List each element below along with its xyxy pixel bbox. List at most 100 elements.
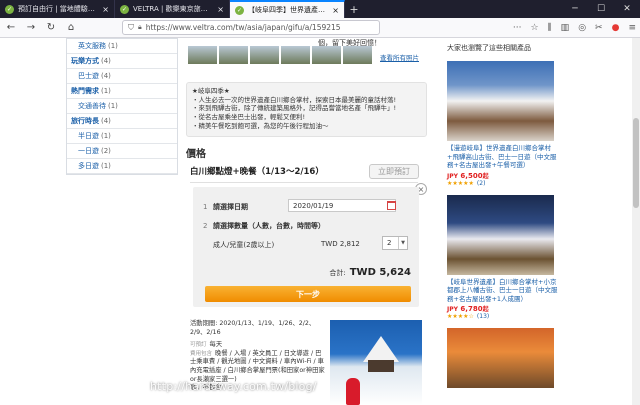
person-figure: [346, 378, 360, 405]
quantity-select[interactable]: 2 ▼: [382, 236, 408, 250]
photo-thumbnail[interactable]: [250, 46, 279, 64]
minimize-icon[interactable]: ─: [562, 0, 588, 18]
reload-icon[interactable]: ↻: [44, 21, 58, 35]
passenger-type-label: 成人/兒童(2歲以上): [213, 241, 275, 249]
back-arrow-icon[interactable]: ←: [4, 21, 18, 35]
sidebar-filter-item[interactable]: 旅行時長 (4): [67, 114, 177, 129]
total-amount: TWD 5,624: [349, 267, 411, 278]
plus-icon[interactable]: +: [345, 0, 363, 18]
page-scrollbar[interactable]: [632, 38, 640, 405]
plan-title: 白川鄉點燈+晚餐（1/13～2/16）: [190, 167, 324, 177]
filter-count: (1): [101, 132, 111, 140]
house-body: [368, 360, 394, 372]
photo-thumbnail[interactable]: [219, 46, 248, 64]
tab-title: VELTRA | 歡樂東京旅遊 百萬旅: [133, 5, 214, 13]
star-rating-icon: ★★★★☆: [447, 313, 474, 320]
sidebar-filter-item[interactable]: 熱門需求 (1): [67, 84, 177, 99]
shield-icon[interactable]: ⛉: [128, 23, 134, 33]
lock-icon[interactable]: 🔒︎: [138, 23, 142, 32]
quantity-value: 2: [387, 239, 392, 247]
date-field[interactable]: 2020/01/19: [288, 199, 396, 212]
filter-count: (1): [108, 102, 118, 110]
photo-thumbnail[interactable]: [281, 46, 310, 64]
calendar-icon[interactable]: [387, 201, 396, 210]
screenshot-icon[interactable]: ✂: [595, 23, 603, 33]
filter-label: 多日遊: [78, 162, 99, 170]
view-all-photos-link[interactable]: 查看所有照片: [380, 52, 419, 62]
scrollbar-thumb[interactable]: [633, 118, 639, 208]
highlight-line: ・來到飛驒古街，除了傳統建築風格外，記得品嘗當地名產「飛驒牛」!: [192, 104, 397, 113]
site-favicon-icon: ✓: [120, 4, 129, 14]
filter-label: 巴士遊: [78, 72, 99, 80]
browser-tab-2[interactable]: ✓ VELTRA | 歡樂東京旅遊 百萬旅 ×: [115, 0, 230, 18]
filter-label: 玩樂方式: [71, 57, 99, 65]
product-price: JPY 6,500起: [447, 171, 489, 180]
sidebar-filter-item[interactable]: 玩樂方式 (4): [67, 54, 177, 69]
product-image[interactable]: [447, 194, 554, 275]
product-image[interactable]: [447, 61, 554, 141]
filter-count: (4): [101, 117, 111, 125]
plan-photo[interactable]: [330, 320, 422, 405]
maximize-icon[interactable]: ☐: [588, 0, 614, 18]
roof-shape: [363, 336, 399, 362]
browser-tab-3[interactable]: ✓ 【岐阜四季】世界遺產白川鄉… ×: [230, 0, 345, 18]
photo-thumbnail[interactable]: [343, 46, 372, 64]
photo-thumbnail[interactable]: [312, 46, 341, 64]
product-title-link[interactable]: 【漫遊岐阜】世界遺產白川鄉合掌村+飛驒高山古街、巴士一日遊（中文服務+名古屋出發…: [447, 144, 558, 170]
step-date: 1 請選擇日期: [203, 203, 248, 211]
browser-nav-bar: ← → ↻ ⌂ ⛉ 🔒︎ https://www.veltra.com/tw/a…: [0, 18, 640, 38]
star-rating-icon: ★★★★★: [447, 179, 474, 187]
sidebar-filter-item[interactable]: 多日遊 (1): [67, 159, 177, 174]
close-tab-icon[interactable]: ×: [102, 5, 109, 14]
filter-count: (1): [101, 87, 111, 95]
sidebar-filter-item[interactable]: 英文服務 (1): [67, 39, 177, 54]
extension-icon[interactable]: ●: [612, 23, 620, 33]
filter-count: (4): [101, 57, 111, 65]
filter-label: 半日遊: [78, 132, 99, 140]
library-icon[interactable]: ⫼: [548, 23, 552, 33]
highlights-heading: ★岐阜四季★: [192, 87, 230, 95]
filter-count: (2): [101, 147, 111, 155]
review-count-link[interactable]: (2): [477, 180, 486, 187]
menu-icon[interactable]: ≡: [628, 23, 636, 33]
sidebar-icon[interactable]: ▥: [561, 23, 570, 33]
activity-period: 活動期間: 2020/1/13、1/19、1/26、2/2、2/9、2/16: [190, 320, 316, 336]
close-tab-icon[interactable]: ×: [217, 5, 224, 14]
next-step-button[interactable]: 下一步: [205, 286, 411, 302]
browser-tab-1[interactable]: ✓ 預訂自由行 | 當地體驗以及門票 ×: [0, 0, 115, 18]
book-now-button[interactable]: 立即預訂: [369, 164, 419, 179]
close-window-icon[interactable]: ✕: [614, 0, 640, 18]
filter-label: 熱門需求: [71, 87, 99, 95]
product-title-link[interactable]: 【岐阜世界遺產】白川鄉合掌村+小京都郡上八幡古街、巴士一日遊（中文服務+名古屋出…: [447, 278, 558, 304]
photo-thumbnail[interactable]: [188, 46, 217, 64]
sidebar-filter-item[interactable]: 一日遊 (2): [67, 144, 177, 159]
close-tab-icon[interactable]: ×: [332, 6, 339, 15]
chevron-down-icon[interactable]: ▼: [398, 237, 407, 249]
bookable-days: 可預訂 每天: [190, 341, 223, 349]
review-count-link[interactable]: (13): [477, 313, 489, 320]
home-icon[interactable]: ⌂: [64, 21, 78, 35]
price-includes: 費用包含 晚餐 / 入場 / 英文員工 / 日文導遊 / 巴士乘車費 / 觀光地圖…: [190, 349, 325, 383]
browser-tab-bar: ✓ 預訂自由行 | 當地體驗以及門票 × ✓ VELTRA | 歡樂東京旅遊 百…: [0, 0, 640, 18]
product-rating: ★★★★★ (2): [447, 180, 558, 187]
url-text[interactable]: https://www.veltra.com/tw/asia/japan/gif…: [146, 23, 341, 32]
filter-label: 一日遊: [78, 147, 99, 155]
sidebar-filter-item[interactable]: 半日遊 (1): [67, 129, 177, 144]
booking-panel: 1 請選擇日期 2020/01/19 2 請選擇數量（人數，台數，時間等） 成人/兒…: [193, 187, 419, 307]
more-actions-icon[interactable]: ···: [513, 23, 522, 33]
product-price: JPY 6,780起: [447, 305, 489, 313]
product-image[interactable]: [447, 328, 554, 388]
forward-arrow-icon[interactable]: →: [24, 21, 38, 35]
filter-count: (1): [101, 162, 111, 170]
filter-count: (1): [108, 42, 118, 50]
site-favicon-icon: ✓: [5, 4, 14, 14]
bookmark-star-icon[interactable]: ☆: [530, 23, 538, 33]
sync-icon[interactable]: ◎: [578, 23, 586, 33]
filter-sidebar: 英文服務 (1) 玩樂方式 (4) 巴士遊 (4) 熱門需求 (1) 交通善待 (1) 旅行時長 (4…: [66, 38, 178, 175]
sidebar-filter-item[interactable]: 交通善待 (1): [67, 99, 177, 114]
sidebar-filter-item[interactable]: 巴士遊 (4): [67, 69, 177, 84]
address-bar[interactable]: ⛉ 🔒︎ https://www.veltra.com/tw/asia/japa…: [122, 20, 380, 35]
price-section-title: 價格: [186, 149, 206, 160]
filter-count: (4): [101, 72, 111, 80]
highlights-box: ★岐阜四季★ ・人生必去一次的世界遺產白川鄉合掌村，探索日本最美麗的童話村落! …: [186, 82, 427, 137]
